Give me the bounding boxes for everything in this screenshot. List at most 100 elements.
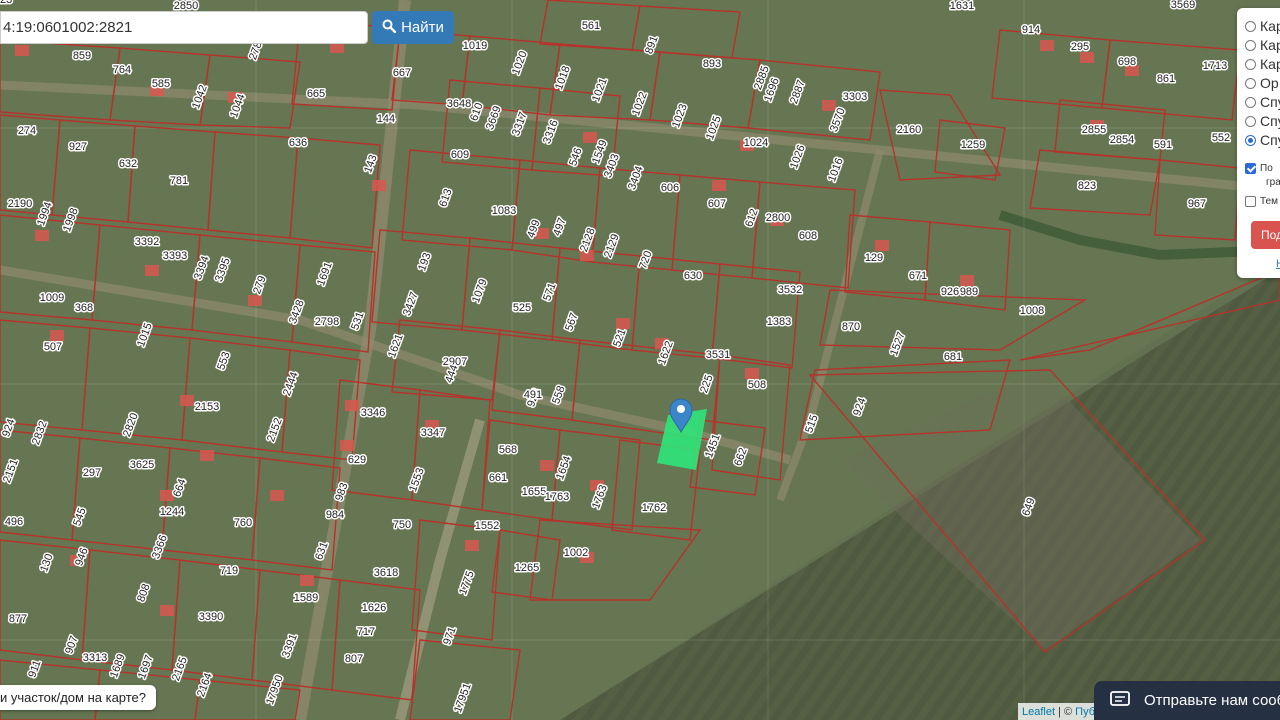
radio-button[interactable] <box>1245 115 1256 127</box>
building-roof <box>160 605 174 616</box>
parcel-number: 3347 <box>421 427 445 439</box>
building-roof <box>960 275 974 286</box>
building-roof <box>145 265 159 276</box>
attribution-source-link[interactable]: Пуб <box>1075 706 1095 718</box>
parcel-number: 2190 <box>8 198 32 210</box>
building-roof <box>1040 40 1054 51</box>
parcel-number: 496 <box>5 516 23 528</box>
parcel-number: 3390 <box>199 611 223 623</box>
layer-option-label: Спу <box>1260 132 1280 148</box>
parcel-number: 591 <box>1154 139 1172 151</box>
parcel-number: 750 <box>393 519 411 531</box>
parcel-number: 1009 <box>40 292 64 304</box>
find-parcel-prompt-text: и участок/дом на карте? <box>0 690 147 705</box>
building-roof <box>372 180 386 191</box>
layer-option-label: Спу <box>1260 94 1280 110</box>
overlay-checkbox-row[interactable]: По <box>1245 163 1273 174</box>
checkbox-label: Тем <box>1260 196 1278 207</box>
parcel-number: 877 <box>9 613 27 625</box>
radio-button-selected[interactable] <box>1245 134 1256 146</box>
parcel-number: 3313 <box>83 652 107 664</box>
parcel-number: 2800 <box>766 212 790 224</box>
parcel-number: 2798 <box>315 316 339 328</box>
building-roof <box>300 575 314 586</box>
parcel-number: 606 <box>661 182 679 194</box>
parcel-number: 667 <box>393 67 411 79</box>
parcel-number: 297 <box>83 467 101 479</box>
layer-option-label: Спу <box>1260 113 1280 129</box>
checkbox-label: По <box>1260 163 1273 174</box>
checkbox-checked[interactable] <box>1245 163 1256 174</box>
cadastral-map[interactable]: 28502787859764585 1042 1044 665667101910201… <box>0 0 1280 720</box>
leaflet-link[interactable]: Leaflet <box>1022 706 1055 718</box>
layer-option[interactable]: Кар <box>1245 56 1280 72</box>
radio-button[interactable] <box>1245 58 1256 70</box>
parcel-number: 1259 <box>961 139 985 151</box>
parcel-number: 967 <box>1188 198 1206 210</box>
parcel-number: 507 <box>44 341 62 353</box>
parcel-number: 2153 <box>195 401 219 413</box>
parcel-number: 1244 <box>160 506 184 518</box>
overlay-checkbox-row[interactable]: Тем <box>1245 196 1278 207</box>
find-parcel-prompt[interactable]: и участок/дом на карте? <box>0 685 157 710</box>
layer-option[interactable]: Спу <box>1245 94 1280 110</box>
parcel-number: 2854 <box>1110 134 1134 146</box>
parcel-number: 717 <box>357 626 375 638</box>
parcel-number: 1589 <box>294 592 318 604</box>
parcel-number: 2160 <box>897 124 921 136</box>
parcel-number: 3569 <box>1171 0 1195 11</box>
parcel-number: 525 <box>513 302 531 314</box>
panel-action-button[interactable]: Под <box>1251 221 1280 249</box>
parcel-number: 1713 <box>1203 60 1227 72</box>
parcel-number: 129 <box>865 252 883 264</box>
search-button[interactable]: Найти <box>372 11 454 44</box>
layers-panel: Кар Кар Кар Ор Спу Спу Спу По гра Тем По… <box>1237 8 1280 278</box>
layer-option-label: Кар <box>1260 56 1280 72</box>
parcel-number: 1762 <box>642 502 666 514</box>
parcel-number: 629 <box>348 454 366 466</box>
search-input[interactable] <box>0 11 368 44</box>
layer-option[interactable]: Кар <box>1245 18 1280 34</box>
layer-option-label: Ор <box>1260 75 1279 91</box>
building-roof <box>875 240 889 251</box>
parcel-number: 1383 <box>767 316 791 328</box>
parcel-number: 859 <box>73 50 91 62</box>
parcel-number: 568 <box>499 444 517 456</box>
building-roof <box>822 100 836 111</box>
building-roof <box>1080 52 1094 63</box>
parcel-number: 1552 <box>475 520 499 532</box>
parcel-number: 807 <box>345 653 363 665</box>
layer-option[interactable]: Спу <box>1245 113 1280 129</box>
parcel-number: 1019 <box>463 40 487 52</box>
building-roof <box>345 400 359 411</box>
checkbox[interactable] <box>1245 196 1256 207</box>
parcel-number: 368 <box>75 302 93 314</box>
message-icon <box>1110 690 1130 711</box>
parcel-number: 274 <box>18 125 36 137</box>
building-roof <box>15 45 29 56</box>
radio-button[interactable] <box>1245 39 1256 51</box>
layer-option[interactable]: Ор <box>1245 75 1279 91</box>
radio-button[interactable] <box>1245 20 1256 32</box>
parcel-number: 295 <box>1071 41 1089 53</box>
layer-option[interactable]: Спу <box>1245 132 1280 148</box>
parcel-number: 665 <box>307 88 325 100</box>
building-roof <box>540 460 554 471</box>
parcel-number: 681 <box>944 351 962 363</box>
parcel-number: 3531 <box>706 349 730 361</box>
panel-link[interactable]: Н <box>1276 258 1280 270</box>
radio-button[interactable] <box>1245 77 1256 89</box>
parcel-number: 3392 <box>135 236 159 248</box>
parcel-number: 870 <box>842 321 860 333</box>
radio-button[interactable] <box>1245 96 1256 108</box>
parcel-number: 984 <box>326 509 344 521</box>
parcel-number: 1655 <box>522 486 546 498</box>
parcel-number: 3648 <box>447 98 471 110</box>
map-attribution: Leaflet | © Пуб <box>1018 703 1100 720</box>
parcel-number: 609 <box>451 149 469 161</box>
parcel-number: 3532 <box>778 284 802 296</box>
parcel-number: 698 <box>1118 56 1136 68</box>
parcel-number: 914 <box>1022 24 1040 36</box>
feedback-widget[interactable]: Отправьте нам сооб <box>1094 681 1280 720</box>
layer-option[interactable]: Кар <box>1245 37 1280 53</box>
